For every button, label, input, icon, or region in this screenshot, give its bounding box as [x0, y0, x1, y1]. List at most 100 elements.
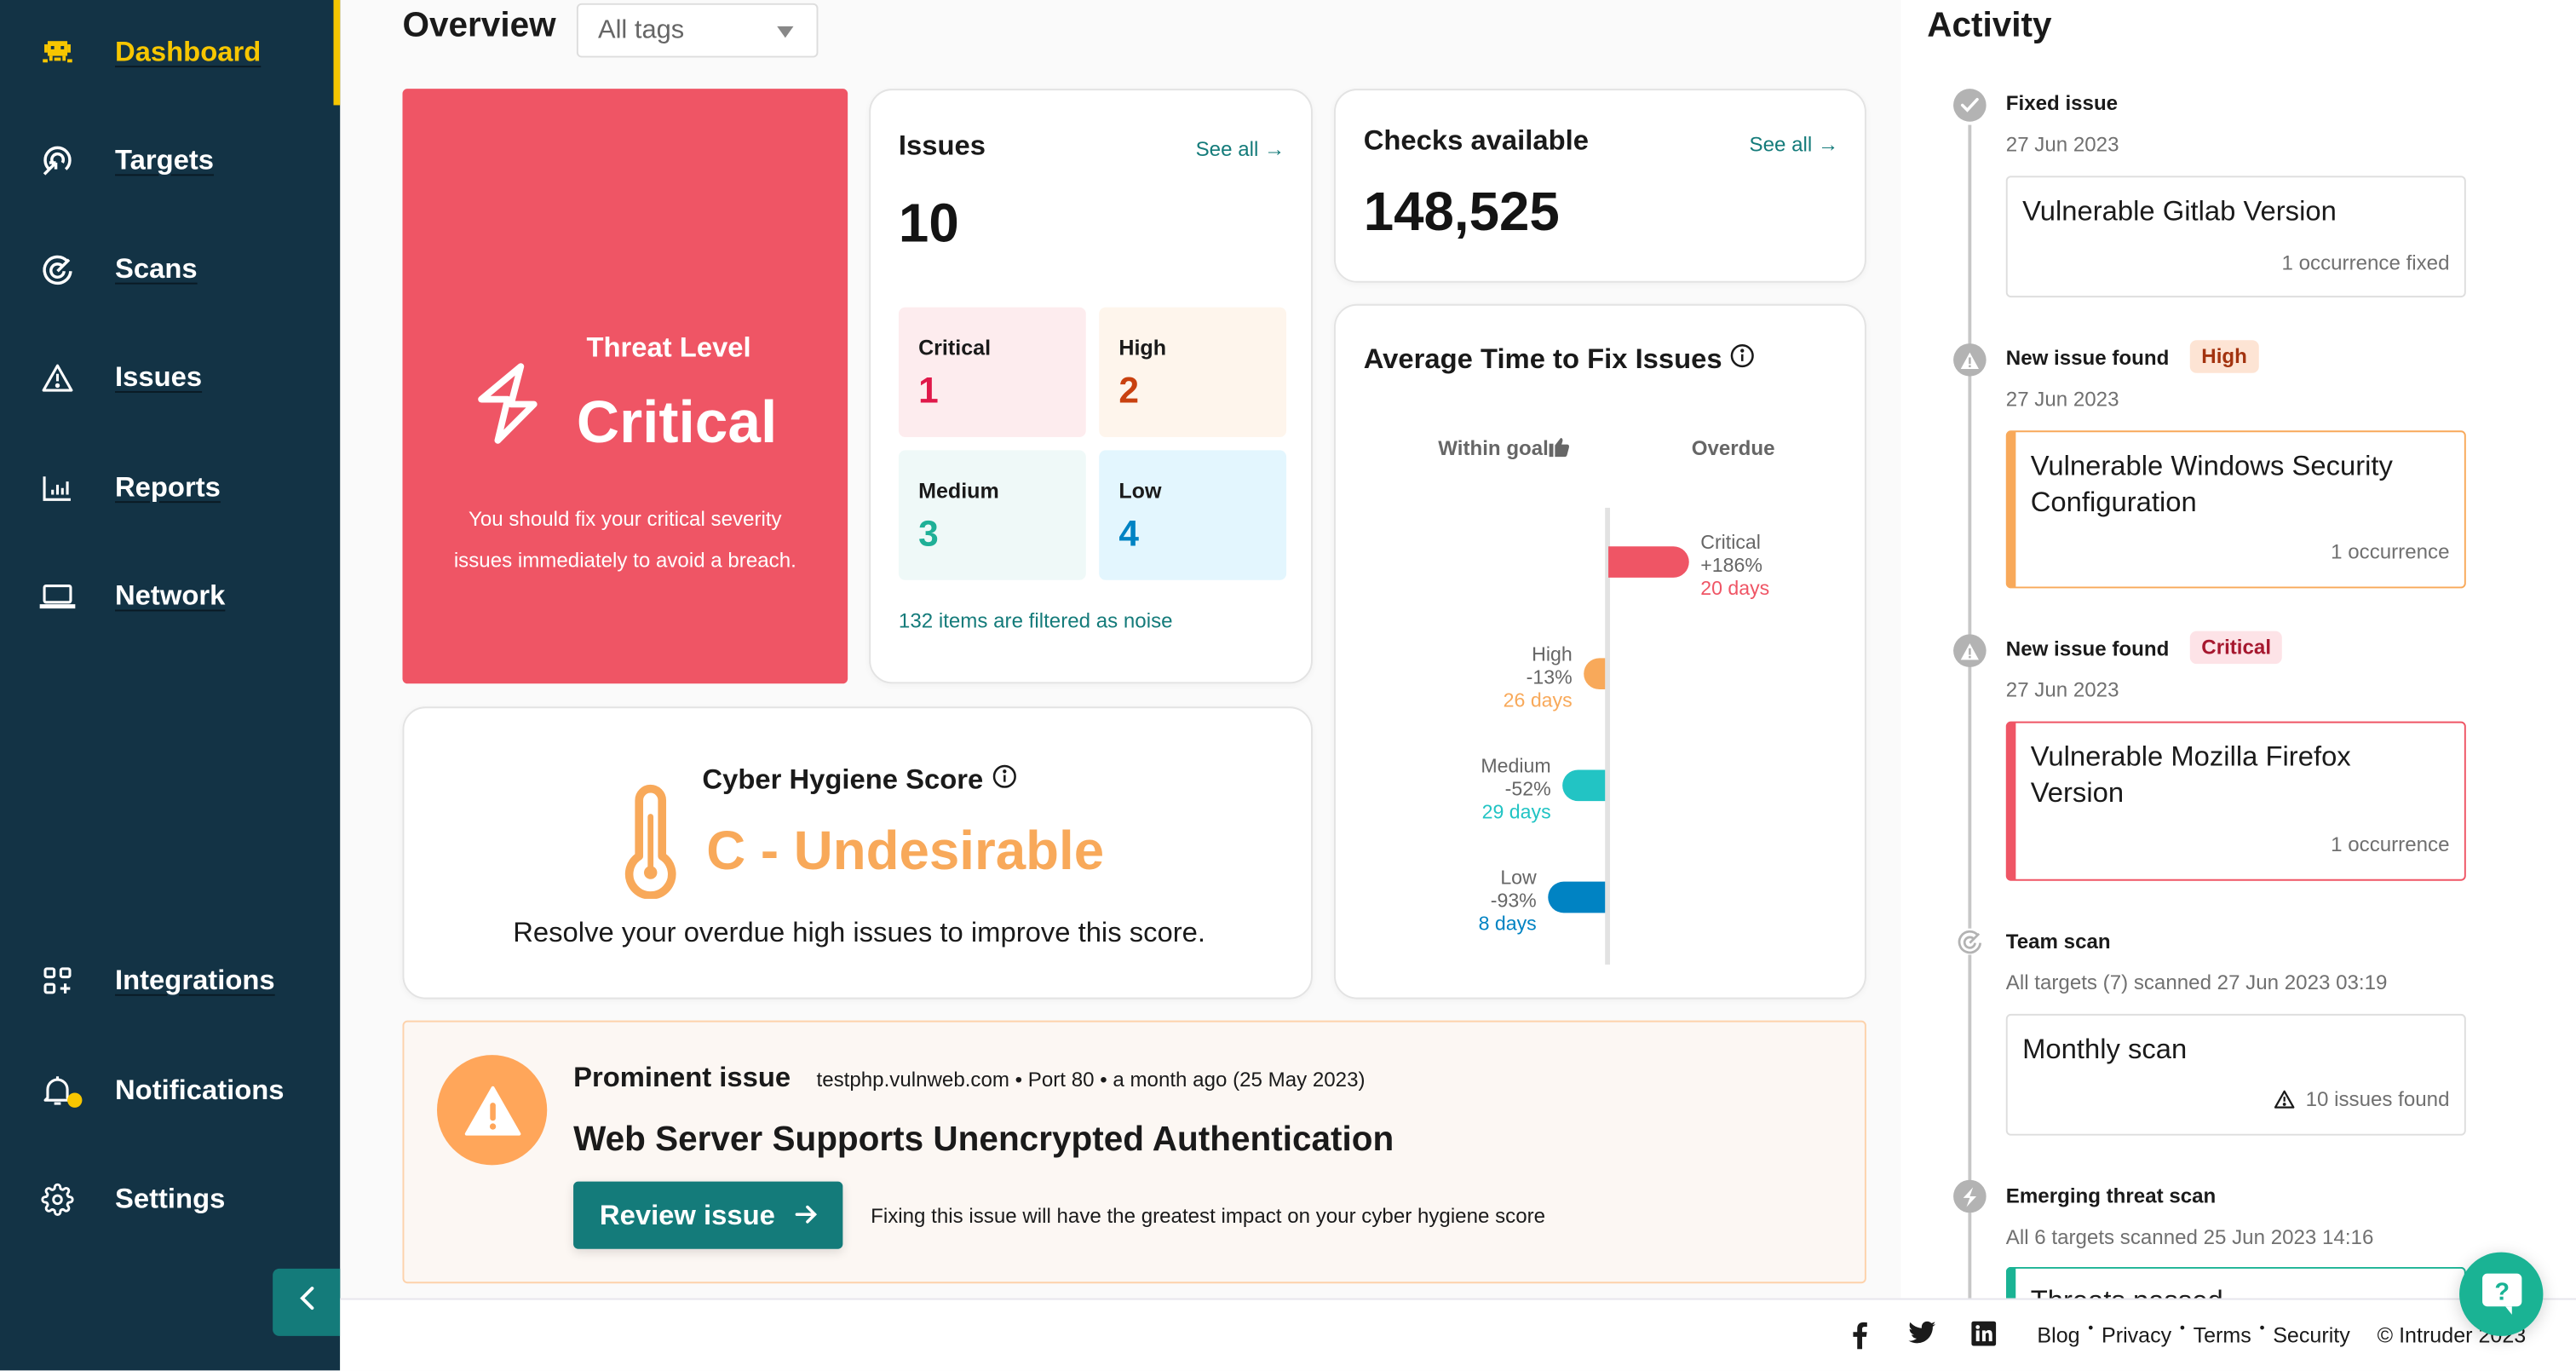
caret-down-icon [777, 26, 794, 38]
activity-card-footer: 1 occurrence fixed [2281, 251, 2450, 275]
timeline-line [1968, 124, 1971, 1309]
severity-label: Low [1118, 478, 1162, 504]
noise-filter-link[interactable]: 132 items are filtered as noise [899, 609, 1173, 632]
severity-label: Critical [918, 335, 992, 360]
sidebar-item-scans[interactable]: Scans [0, 237, 340, 302]
warning-triangle-icon [39, 360, 75, 395]
prominent-issue-hint: Fixing this issue will have the greatest… [871, 1204, 1546, 1228]
info-icon[interactable] [992, 764, 1016, 798]
avg-time-title-row: Average Time to Fix Issues [1364, 343, 1756, 377]
avg-time-chart: Within goal Overdue Critical+186%20 days… [1438, 437, 1775, 965]
checks-value: 148,525 [1363, 181, 1560, 242]
footer-link-blog[interactable]: Blog [2037, 1322, 2079, 1347]
twitter-icon[interactable] [1907, 1321, 1937, 1355]
bar-high[interactable] [1584, 658, 1606, 690]
sidebar-item-reports[interactable]: Reports [0, 455, 340, 521]
bar-label-percent: +186% [1700, 554, 1762, 576]
sidebar-item-notifications[interactable]: Notifications [0, 1058, 340, 1124]
bar-label-days: 26 days [1504, 688, 1573, 711]
sidebar-item-network[interactable]: Network [0, 563, 340, 629]
overdue-label: Overdue [1692, 437, 1775, 460]
sidebar-item-dashboard[interactable]: Dashboard [0, 0, 341, 106]
event-date: All 6 targets scanned 25 Jun 2023 14:16 [2005, 1225, 2374, 1249]
sidebar-item-label: Integrations [114, 965, 275, 996]
event-date: 27 Jun 2023 [2005, 678, 2119, 702]
collapse-sidebar-button[interactable] [273, 1268, 341, 1336]
bar-medium[interactable] [1562, 769, 1606, 802]
arrow-right-icon [793, 1201, 819, 1236]
review-issue-label: Review issue [599, 1199, 775, 1231]
hygiene-advice: Resolve your overdue high issues to impr… [513, 917, 1206, 948]
help-chat-button[interactable]: ? [2459, 1252, 2544, 1336]
severity-count: 4 [1118, 512, 1139, 554]
laptop-icon [39, 579, 76, 614]
bar-low[interactable] [1548, 881, 1606, 913]
sidebar-item-label: Reports [114, 471, 221, 504]
thumbs-up-icon [1549, 437, 1569, 458]
sidebar-item-label: Notifications [114, 1074, 285, 1106]
sidebar-item-label: Scans [114, 252, 198, 285]
prominent-issue-title[interactable]: Web Server Supports Unencrypted Authenti… [573, 1120, 1394, 1160]
severity-count: 3 [918, 512, 939, 554]
activity-card-footer: 1 occurrence [2331, 832, 2450, 856]
info-icon[interactable] [1730, 343, 1755, 377]
sidebar-item-label: Targets [114, 144, 215, 176]
notification-dot [67, 1092, 83, 1108]
tags-select[interactable]: All tags [576, 3, 819, 58]
separator: • [2179, 1319, 2185, 1336]
sidebar-item-settings[interactable]: Settings [0, 1167, 340, 1232]
warning-icon [1953, 634, 1987, 667]
integrations-icon [39, 963, 75, 999]
footer-link-privacy[interactable]: Privacy [2102, 1322, 2171, 1347]
issues-total: 10 [898, 192, 959, 253]
warning-triangle-icon [2274, 1090, 2296, 1109]
review-issue-button[interactable]: Review issue [573, 1181, 843, 1249]
severity-box-high[interactable]: High 2 [1099, 307, 1287, 437]
checks-see-all-link[interactable]: See all → [1750, 133, 1839, 156]
sidebar-item-label: Dashboard [114, 36, 262, 68]
sidebar-item-targets[interactable]: Targets [0, 128, 340, 193]
activity-card-title: Vulnerable Mozilla Firefox Version [2030, 740, 2351, 809]
check-icon [1953, 89, 1987, 122]
activity-panel: Activity Fixed issue 27 Jun 2023 Vulnera… [1900, 0, 2576, 1334]
activity-card-title: Monthly scan [2022, 1034, 2188, 1065]
facebook-icon[interactable] [1851, 1322, 1867, 1357]
separator: • [2259, 1319, 2265, 1336]
bar-label-days: 29 days [1482, 800, 1551, 822]
prominent-issue-banner: Prominent issue testphp.vulnweb.com • Po… [402, 1020, 1866, 1284]
page-title: Overview [402, 6, 556, 45]
event-type: Emerging threat scan [2005, 1184, 2217, 1208]
warning-icon [436, 1055, 548, 1166]
sidebar-item-issues[interactable]: Issues [0, 345, 340, 411]
activity-card[interactable]: Vulnerable Mozilla Firefox Version 1 occ… [2005, 721, 2466, 881]
main-content: Overview All tags Threat Level Critical … [340, 0, 1900, 1299]
issues-see-all-link[interactable]: See all → [1196, 138, 1285, 161]
severity-label: High [1118, 335, 1167, 360]
event-type: Team scan [2005, 930, 2111, 953]
activity-card[interactable]: Monthly scan 10 issues found [2005, 1013, 2466, 1136]
hygiene-grade: C - Undesirable [706, 820, 1105, 881]
bar-label-percent: -93% [1491, 890, 1537, 912]
activity-card-title: Vulnerable Gitlab Version [2022, 195, 2337, 228]
severity-box-low[interactable]: Low 4 [1099, 450, 1287, 580]
severity-count: 2 [1118, 369, 1139, 412]
radar-icon [39, 251, 75, 287]
sidebar-item-label: Settings [114, 1183, 226, 1215]
severity-box-critical[interactable]: Critical 1 [898, 307, 1086, 437]
footer-links: Blog • Privacy • Terms • Security [2037, 1319, 2350, 1348]
chevron-left-icon [296, 1285, 316, 1320]
activity-card[interactable]: Vulnerable Gitlab Version 1 occurrence f… [2005, 176, 2466, 298]
activity-card[interactable]: Vulnerable Windows Security Configuratio… [2005, 430, 2466, 589]
severity-box-medium[interactable]: Medium 3 [898, 450, 1086, 580]
activity-title: Activity [1927, 6, 2052, 45]
activity-card-footer: 10 issues found [2274, 1088, 2449, 1111]
footer-link-terms[interactable]: Terms [2194, 1322, 2251, 1347]
sidebar-item-integrations[interactable]: Integrations [0, 948, 340, 1014]
event-date: All targets (7) scanned 27 Jun 2023 03:1… [2005, 971, 2388, 994]
threat-level-description: You should fix your critical severity is… [453, 507, 796, 573]
prominent-issue-label: Prominent issue [573, 1061, 791, 1093]
sidebar-item-label: Network [114, 579, 226, 612]
footer-link-security[interactable]: Security [2273, 1322, 2350, 1347]
bar-critical[interactable] [1608, 546, 1689, 578]
linkedin-icon[interactable] [1971, 1321, 1997, 1355]
